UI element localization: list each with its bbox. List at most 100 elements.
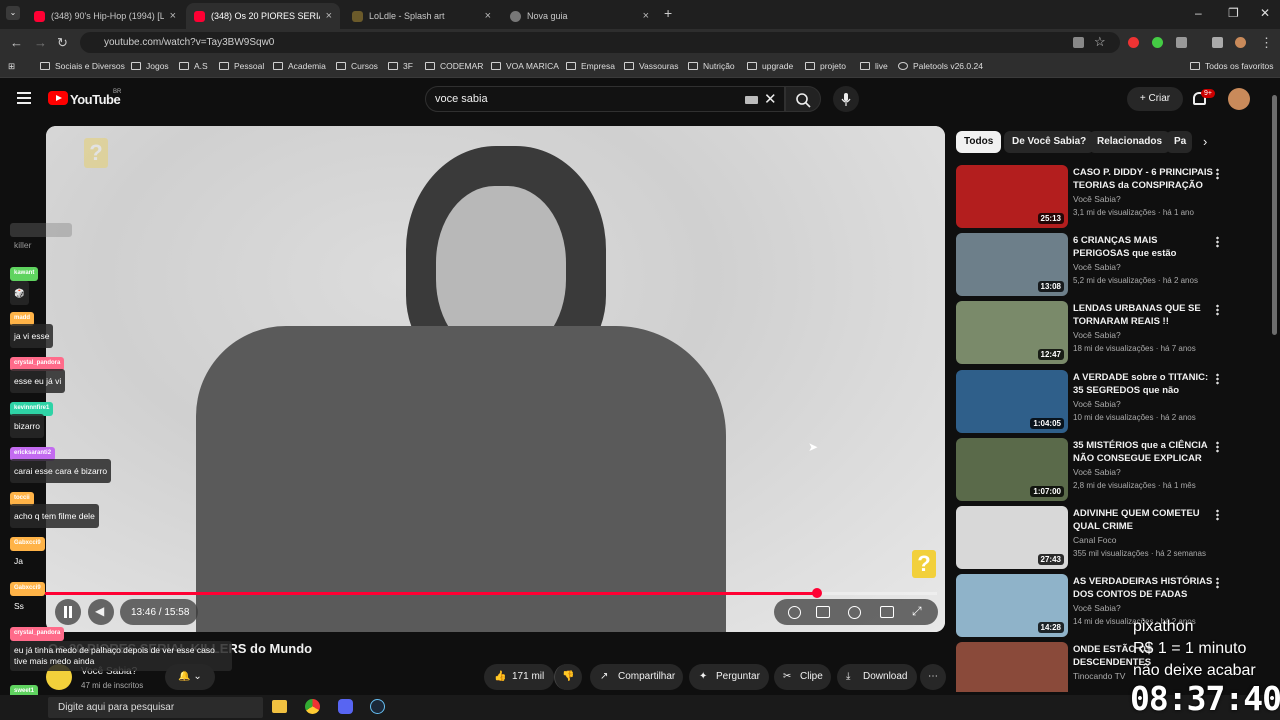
thumbnail[interactable] xyxy=(956,642,1068,692)
channel-name[interactable]: Você Sabia? xyxy=(1073,330,1121,340)
close-window-icon[interactable]: ✕ xyxy=(1260,6,1270,20)
tab-search-button[interactable]: ⌄ xyxy=(6,6,20,20)
channel-name[interactable]: Você Sabia? xyxy=(1073,194,1121,204)
avatar[interactable] xyxy=(1228,88,1250,110)
bookmark-folder[interactable]: Academia xyxy=(273,61,326,71)
video-title[interactable]: CASO P. DIDDY - 6 PRINCIPAIS TEORIAS da … xyxy=(1073,166,1213,192)
fullscreen-icon[interactable]: ⤢ xyxy=(912,604,922,619)
like-button[interactable]: 👍 171 mil xyxy=(484,664,554,690)
reload-icon[interactable]: ↻ xyxy=(57,35,68,51)
tab-serial-killers[interactable]: (348) Os 20 PIORES SERIAL × xyxy=(186,3,340,29)
search-input[interactable]: voce sabia xyxy=(425,86,785,112)
youtube-logo-icon[interactable] xyxy=(48,91,68,105)
chip-relacionados[interactable]: Relacionados xyxy=(1089,131,1171,153)
recommended-video[interactable]: 1:07:00 35 MISTÉRIOS que a CIÊNCIA NÃO C… xyxy=(956,438,1266,502)
more-vertical-icon[interactable] xyxy=(1216,168,1219,180)
recommended-video[interactable]: 14:28 AS VERDADEIRAS HISTÓRIAS DOS CONTO… xyxy=(956,574,1266,638)
more-vertical-icon[interactable] xyxy=(1216,441,1219,453)
more-vertical-icon[interactable] xyxy=(1216,304,1219,316)
bookmark-folder[interactable]: CODEMAR xyxy=(425,61,483,71)
url-field[interactable]: youtube.com/watch?v=Tay3BW9Sqw0 xyxy=(80,32,1120,53)
thumbnail[interactable]: 12:47 xyxy=(956,301,1068,364)
bookmark-folder[interactable]: Nutrição xyxy=(688,61,735,71)
extension-icon[interactable] xyxy=(1128,37,1139,48)
create-button[interactable]: + Criar xyxy=(1127,87,1183,111)
bookmark-folder[interactable]: live xyxy=(860,61,888,71)
close-icon[interactable]: × xyxy=(326,10,332,22)
subtitles-icon[interactable] xyxy=(816,606,830,618)
video-player[interactable]: ? ? ➤ xyxy=(46,126,945,632)
clip-button[interactable]: ✂ Clipe xyxy=(774,664,831,690)
extension-icon[interactable] xyxy=(1152,37,1163,48)
tab-hiphop[interactable]: (348) 90's Hip-Hop (1994) [Lost × xyxy=(26,3,184,29)
tab-loldle[interactable]: LoLdle - Splash art × xyxy=(344,3,499,29)
video-title[interactable]: 35 MISTÉRIOS que a CIÊNCIA NÃO CONSEGUE … xyxy=(1073,439,1213,465)
more-vertical-icon[interactable] xyxy=(1216,236,1219,248)
menu-icon[interactable] xyxy=(17,92,31,104)
seek-bar[interactable] xyxy=(45,592,937,595)
channel-name[interactable]: Você Sabia? xyxy=(1073,399,1121,409)
forward-icon[interactable]: → xyxy=(34,35,47,50)
thumbnail[interactable]: 1:07:00 xyxy=(956,438,1068,501)
channel-name[interactable]: Tinocando TV xyxy=(1073,671,1125,681)
settings-gear-icon[interactable] xyxy=(848,606,861,619)
bookmark-folder[interactable]: 3F xyxy=(388,61,413,71)
more-vertical-icon[interactable] xyxy=(1216,509,1219,521)
more-actions-button[interactable]: ⋯ xyxy=(920,664,946,690)
bookmark-folder[interactable]: Vassouras xyxy=(624,61,679,71)
video-title[interactable]: A VERDADE sobre o TITANIC: 35 SEGREDOS q… xyxy=(1073,371,1213,397)
thumbnail[interactable]: 1:04:05 xyxy=(956,370,1068,433)
new-tab-button[interactable]: + xyxy=(664,5,672,21)
menu-icon[interactable]: ⋮ xyxy=(1260,35,1273,51)
video-title[interactable]: LENDAS URBANAS QUE SE TORNARAM REAIS !! xyxy=(1073,302,1213,328)
volume-button[interactable]: ◀ xyxy=(88,599,114,625)
chrome-icon[interactable] xyxy=(305,699,320,714)
bookmark-folder[interactable]: A.S xyxy=(179,61,208,71)
channel-name[interactable]: Você Sabia? xyxy=(1073,262,1121,272)
channel-name[interactable]: Canal Foco xyxy=(1073,535,1116,545)
page-scrollbar[interactable] xyxy=(1272,95,1277,335)
play-pause-button[interactable] xyxy=(55,599,81,625)
share-button[interactable]: ↗ Compartilhar xyxy=(590,664,683,690)
video-title[interactable]: ADIVINHE QUEM COMETEU QUAL CRIME xyxy=(1073,507,1213,533)
close-icon[interactable]: × xyxy=(643,10,649,22)
bookmark-folder[interactable]: Cursos xyxy=(336,61,378,71)
more-vertical-icon[interactable] xyxy=(1216,577,1219,589)
bookmark-folder[interactable]: Pessoal xyxy=(219,61,264,71)
clear-search-icon[interactable]: ✕ xyxy=(764,90,777,108)
tab-new-tab[interactable]: Nova guia × xyxy=(502,3,657,29)
thumbnail[interactable]: 13:08 xyxy=(956,233,1068,296)
restore-icon[interactable]: ❐ xyxy=(1228,6,1239,20)
video-title[interactable]: 6 CRIANÇAS MAIS PERIGOSAS que estão APOD… xyxy=(1073,234,1213,260)
video-title[interactable]: AS VERDADEIRAS HISTÓRIAS DOS CONTOS DE F… xyxy=(1073,575,1213,601)
thumbnail[interactable]: 14:28 xyxy=(956,574,1068,637)
all-favorites-folder[interactable]: Todos os favoritos xyxy=(1190,61,1274,71)
taskbar-search[interactable]: Digite aqui para pesquisar xyxy=(48,697,263,718)
star-icon[interactable]: ☆ xyxy=(1094,34,1106,50)
keyboard-icon[interactable] xyxy=(745,96,758,104)
bookmark-link[interactable]: Paletools v26.0.24 xyxy=(898,61,983,71)
back-icon[interactable]: ← xyxy=(10,35,23,50)
media-icon[interactable] xyxy=(1212,37,1223,48)
extensions-puzzle-icon[interactable] xyxy=(1176,37,1187,48)
bookmark-folder[interactable]: Jogos xyxy=(131,61,169,71)
bookmark-folder[interactable]: VOA MARICA xyxy=(491,61,559,71)
search-button[interactable] xyxy=(785,86,821,112)
minimize-icon[interactable]: – xyxy=(1195,6,1202,20)
thumbnail[interactable]: 25:13 xyxy=(956,165,1068,228)
thumbnail[interactable]: 27:43 xyxy=(956,506,1068,569)
close-icon[interactable]: × xyxy=(170,10,176,22)
bookmark-folder[interactable]: upgrade xyxy=(747,61,793,71)
recommended-video[interactable]: 25:13 CASO P. DIDDY - 6 PRINCIPAIS TEORI… xyxy=(956,165,1266,229)
chevron-right-icon[interactable]: › xyxy=(1203,134,1207,149)
profile-icon[interactable] xyxy=(1235,37,1246,48)
apps-icon[interactable]: ⊞ xyxy=(8,61,15,72)
more-vertical-icon[interactable] xyxy=(1216,373,1219,385)
bookmark-folder[interactable]: projeto xyxy=(805,61,846,71)
seek-handle[interactable] xyxy=(812,588,822,598)
bookmark-folder[interactable]: Empresa xyxy=(566,61,615,71)
recommended-video[interactable]: 27:43 ADIVINHE QUEM COMETEU QUAL CRIME C… xyxy=(956,506,1266,570)
recommended-video[interactable]: 12:47 LENDAS URBANAS QUE SE TORNARAM REA… xyxy=(956,301,1266,365)
voice-search-button[interactable] xyxy=(833,86,859,112)
bookmark-folder[interactable]: Sociais e Diversos xyxy=(40,61,125,71)
